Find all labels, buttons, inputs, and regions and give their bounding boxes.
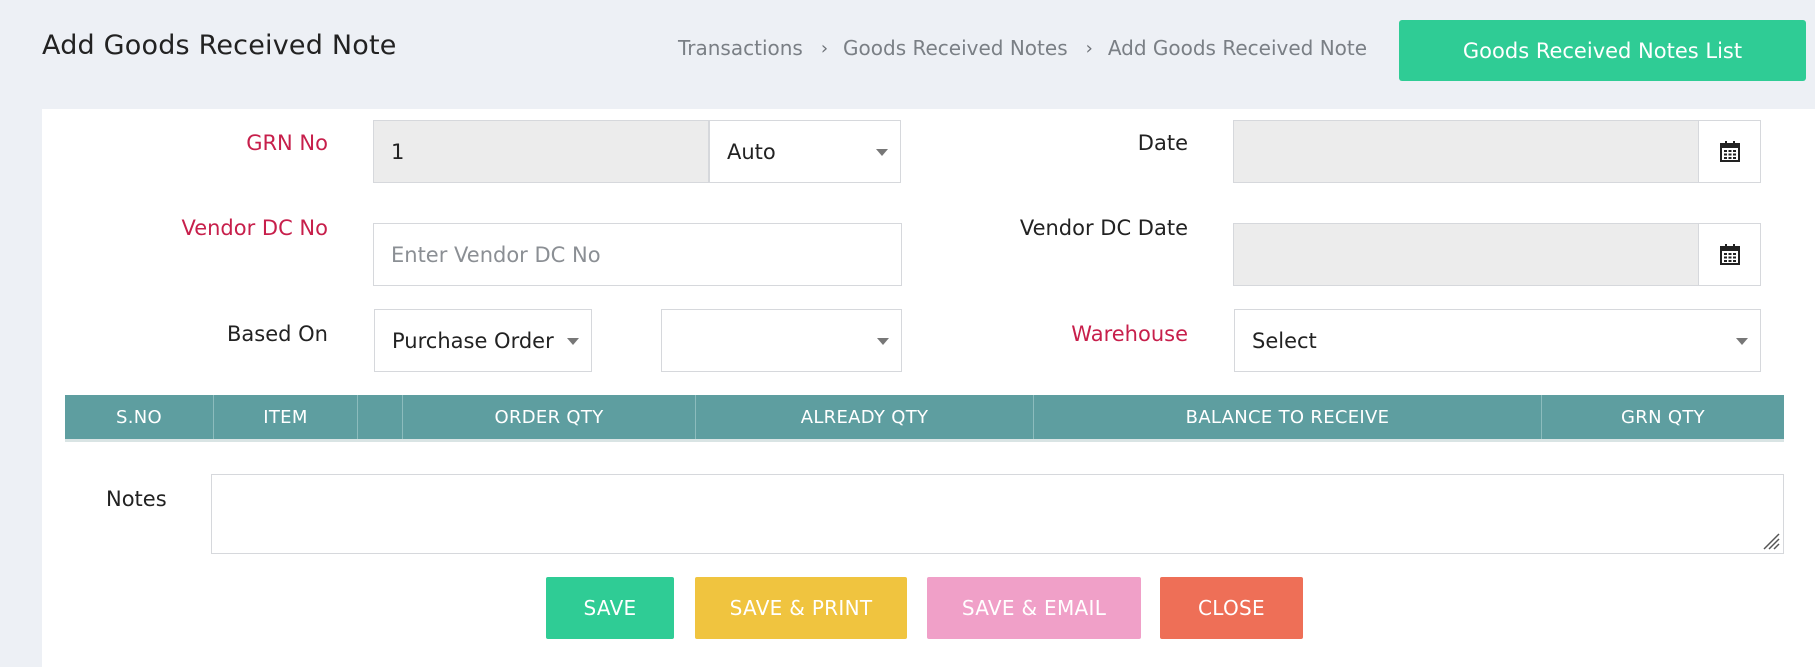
save-print-button[interactable]: SAVE & PRINT <box>695 577 907 639</box>
warehouse-select[interactable]: Select <box>1234 309 1761 372</box>
vendor-dc-no-input[interactable]: Enter Vendor DC No <box>373 223 902 286</box>
goods-received-notes-list-button[interactable]: Goods Received Notes List <box>1399 20 1806 81</box>
grn-no-label: GRN No <box>246 131 328 155</box>
column-header-sno: S.NO <box>65 395 214 439</box>
column-header-already-qty: ALREADY QTY <box>696 395 1034 439</box>
column-header-order-qty: ORDER QTY <box>403 395 696 439</box>
dropdown-caret-icon <box>1736 337 1748 345</box>
column-header-grn-qty: GRN QTY <box>1621 406 1705 428</box>
column-header-blank <box>358 395 403 439</box>
chevron-right-icon: › <box>820 37 829 59</box>
vendor-dc-date-label: Vendor DC Date <box>1019 216 1188 240</box>
save-email-button[interactable]: SAVE & EMAIL <box>927 577 1141 639</box>
close-button[interactable]: CLOSE <box>1160 577 1303 639</box>
grn-no-input[interactable]: 1 <box>373 120 709 183</box>
resize-grip-icon[interactable] <box>1762 532 1780 550</box>
dropdown-caret-icon <box>876 148 888 156</box>
breadcrumb-transactions[interactable]: Transactions <box>678 36 803 60</box>
items-table-header: S.NO ITEM ORDER QTY ALREADY QTY BALANCE … <box>65 395 1784 442</box>
dropdown-caret-icon <box>877 337 889 345</box>
column-header-item: ITEM <box>214 395 358 439</box>
vendor-dc-date-calendar-button[interactable] <box>1698 224 1760 285</box>
form-card: GRN No 1 Auto Date Vendor DC No Enter Ve… <box>42 109 1815 667</box>
grn-no-mode-select[interactable]: Auto <box>709 120 901 183</box>
save-button[interactable]: SAVE <box>546 577 674 639</box>
grn-no-value: 1 <box>391 139 405 164</box>
date-label: Date <box>1137 131 1188 155</box>
breadcrumb: Transactions › Goods Received Notes › Ad… <box>678 36 1367 60</box>
chevron-right-icon: › <box>1085 37 1093 59</box>
page: Add Goods Received Note Transactions › G… <box>0 0 1815 667</box>
warehouse-label: Warehouse <box>1071 322 1188 346</box>
dropdown-caret-icon <box>567 337 579 345</box>
calendar-icon <box>1719 141 1740 162</box>
based-on-value: Purchase Order <box>392 328 554 353</box>
column-header-balance-to-receive: BALANCE TO RECEIVE <box>1034 395 1542 439</box>
page-title: Add Goods Received Note <box>42 30 397 61</box>
based-on-reference-select[interactable] <box>661 309 902 372</box>
notes-textarea[interactable] <box>211 474 1784 554</box>
based-on-label: Based On <box>227 322 328 346</box>
vendor-dc-no-placeholder: Enter Vendor DC No <box>391 242 601 267</box>
breadcrumb-goods-received-notes[interactable]: Goods Received Notes <box>843 36 1068 60</box>
date-input[interactable] <box>1233 120 1761 183</box>
based-on-select[interactable]: Purchase Order <box>374 309 592 372</box>
notes-label: Notes <box>106 487 167 511</box>
grn-no-mode-value: Auto <box>727 139 776 164</box>
calendar-icon <box>1719 244 1740 265</box>
vendor-dc-no-label: Vendor DC No <box>181 216 328 240</box>
vendor-dc-date-input[interactable] <box>1233 223 1761 286</box>
breadcrumb-current: Add Goods Received Note <box>1107 36 1368 60</box>
date-calendar-button[interactable] <box>1698 121 1760 182</box>
warehouse-value: Select <box>1252 328 1317 353</box>
